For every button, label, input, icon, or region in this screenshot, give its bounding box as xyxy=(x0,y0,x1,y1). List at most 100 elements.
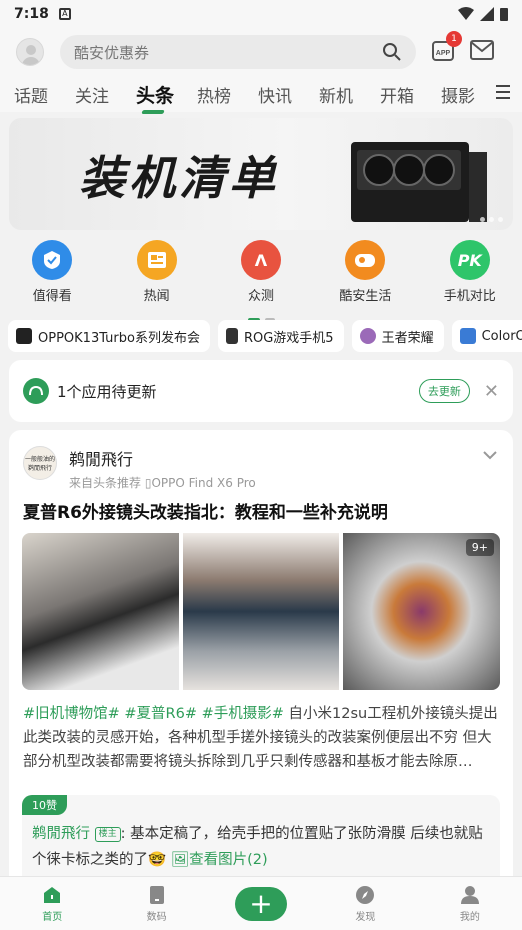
nav-label: 数码 xyxy=(146,911,167,923)
feed-card[interactable]: 一般般油的 鹈閒飛行 鹈閒飛行 来自头条推荐 ▯OPPO Find X6 Pro… xyxy=(9,430,513,890)
top-header: 酷安优惠券 APP 1 xyxy=(0,28,522,76)
user-icon xyxy=(460,885,479,904)
app-manager-button[interactable]: APP 1 xyxy=(432,31,462,65)
likes-badge: 10赞 xyxy=(22,795,67,815)
quick-link-life[interactable]: 酷安生活 xyxy=(313,232,417,314)
status-bar: 7:18 A xyxy=(0,0,522,28)
signal-icon xyxy=(480,7,494,21)
topic-chips: OPPOK13Turbo系列发布会 ROG游戏手机5 王者荣耀 ColorOS1 xyxy=(8,320,522,352)
feed-header: 一般般油的 鹈閒飛行 鹈閒飛行 来自头条推荐 ▯OPPO Find X6 Pro xyxy=(23,446,256,491)
topic-chip[interactable]: ROG游戏手机5 xyxy=(217,320,344,352)
comment-text: 鹈閒飛行 楼主: 基本定稿了，给壳手把的位置贴了张防滑膜 后续也就贴个徕卡标之类… xyxy=(32,821,492,873)
check-shield-icon xyxy=(32,240,73,280)
mail-icon xyxy=(470,40,494,60)
pc-case-image xyxy=(351,142,487,222)
quick-link-label: 值得看 xyxy=(32,289,72,304)
post-body[interactable]: #旧机博物馆# #夏普R6# #手机摄影# 自小米12su工程机外接镜头提出此类… xyxy=(23,702,501,774)
quick-link-label: 热闻 xyxy=(143,289,170,304)
post-images: 9+ xyxy=(22,533,500,690)
rog-icon: Λ xyxy=(240,240,281,280)
notification-icon: A xyxy=(58,8,71,20)
topic-chip[interactable]: OPPOK13Turbo系列发布会 xyxy=(8,320,210,352)
promo-banner[interactable]: 装机清单 xyxy=(9,118,513,230)
banner-dots xyxy=(480,217,503,222)
coolapk-icon xyxy=(23,378,49,404)
topic-icon xyxy=(225,328,238,344)
post-image[interactable] xyxy=(182,533,340,690)
update-button[interactable]: 去更新 xyxy=(418,379,470,403)
topic-chip[interactable]: ColorOS1 xyxy=(451,320,522,352)
author-name[interactable]: 鹈閒飛行 xyxy=(69,446,256,470)
topic-icon xyxy=(16,328,32,344)
view-images-link[interactable]: 查看图片(2) xyxy=(189,852,268,868)
post-title[interactable]: 夏普R6外接镜头改装指北：教程和一些补充说明 xyxy=(23,498,388,523)
topic-label: ROG游戏手机5 xyxy=(243,330,334,346)
nav-label: 发现 xyxy=(355,911,376,923)
status-icons xyxy=(458,7,508,21)
nav-home[interactable]: 首页 xyxy=(0,877,104,930)
post-source: 来自头条推荐 ▯OPPO Find X6 Pro xyxy=(69,474,256,491)
post-tags[interactable]: #旧机博物馆# #夏普R6# #手机摄影# xyxy=(23,706,284,722)
topic-label: 王者荣耀 xyxy=(381,330,434,346)
compass-icon xyxy=(356,885,375,904)
quick-link-testing[interactable]: Λ 众测 xyxy=(209,232,313,314)
topic-icon xyxy=(359,328,376,344)
quick-link-label: 手机对比 xyxy=(443,289,496,304)
close-icon[interactable]: ✕ xyxy=(484,381,499,402)
author-avatar[interactable]: 一般般油的 鹈閒飛行 xyxy=(23,446,57,480)
nav-discover[interactable]: 发现 xyxy=(313,877,417,930)
tab-unboxing[interactable]: 开箱 xyxy=(380,82,441,107)
search-placeholder: 酷安优惠券 xyxy=(74,43,150,62)
update-text: 1个应用待更新 xyxy=(57,382,157,401)
tab-following[interactable]: 关注 xyxy=(75,82,136,107)
tab-menu-icon[interactable] xyxy=(496,84,510,100)
add-icon: + xyxy=(235,886,288,921)
nav-label: 首页 xyxy=(42,911,63,923)
chevron-down-icon[interactable] xyxy=(483,450,497,460)
search-bar[interactable]: 酷安优惠券 xyxy=(60,35,416,69)
messages-button[interactable] xyxy=(470,40,494,64)
nav-digital[interactable]: 数码 xyxy=(104,877,208,930)
quick-links: 值得看 热闻 Λ 众测 酷安生活 PK 手机对比 xyxy=(0,232,522,314)
topic-label: OPPOK13Turbo系列发布会 xyxy=(38,330,200,346)
tab-flash[interactable]: 快讯 xyxy=(258,82,319,107)
quick-link-label: 众测 xyxy=(247,289,274,304)
topic-chip[interactable]: 王者荣耀 xyxy=(351,320,444,352)
quick-link-worth-watching[interactable]: 值得看 xyxy=(0,232,104,314)
post-image[interactable]: 9+ xyxy=(343,533,500,690)
comment-user[interactable]: 鹈閒飛行 xyxy=(32,826,90,842)
quick-link-hot-news[interactable]: 热闻 xyxy=(104,232,208,314)
nav-profile[interactable]: 我的 xyxy=(418,877,522,930)
post-image[interactable] xyxy=(22,533,179,690)
svg-text:APP: APP xyxy=(436,50,451,57)
tab-new-phones[interactable]: 新机 xyxy=(319,82,380,107)
topic-icon xyxy=(459,328,476,344)
phone-icon xyxy=(149,885,164,904)
news-icon xyxy=(136,240,177,280)
category-tabs: 话题 关注 头条 热榜 快讯 新机 开箱 摄影 xyxy=(0,76,522,112)
life-icon xyxy=(345,240,386,280)
user-avatar[interactable] xyxy=(16,38,44,66)
search-icon xyxy=(383,43,401,61)
device-label: OPPO Find X6 Pro xyxy=(151,476,256,490)
pk-icon: PK xyxy=(449,240,490,280)
home-icon xyxy=(44,886,61,903)
nav-label: 我的 xyxy=(459,911,480,923)
app-update-card: 1个应用待更新 去更新 ✕ xyxy=(9,360,513,422)
tab-headlines[interactable]: 头条 xyxy=(136,81,197,108)
tab-photography[interactable]: 摄影 xyxy=(441,82,502,107)
app-badge: 1 xyxy=(446,31,462,47)
image-icon: 🖼 xyxy=(170,852,190,868)
tab-topics[interactable]: 话题 xyxy=(14,82,75,107)
topic-label: ColorOS1 xyxy=(481,328,522,344)
nav-add[interactable]: + xyxy=(209,877,313,930)
tab-hot[interactable]: 热榜 xyxy=(197,82,258,107)
status-time: 7:18 xyxy=(14,6,49,22)
more-images-badge: 9+ xyxy=(465,539,495,556)
bottom-nav: 首页 数码 + 发现 我的 xyxy=(0,876,522,930)
owner-tag: 楼主 xyxy=(94,826,121,842)
battery-icon xyxy=(500,8,508,21)
quick-link-compare[interactable]: PK 手机对比 xyxy=(418,232,522,314)
hot-comment[interactable]: 10赞 鹈閒飛行 楼主: 基本定稿了，给壳手把的位置贴了张防滑膜 后续也就贴个徕… xyxy=(22,795,500,885)
quick-link-label: 酷安生活 xyxy=(339,289,392,304)
